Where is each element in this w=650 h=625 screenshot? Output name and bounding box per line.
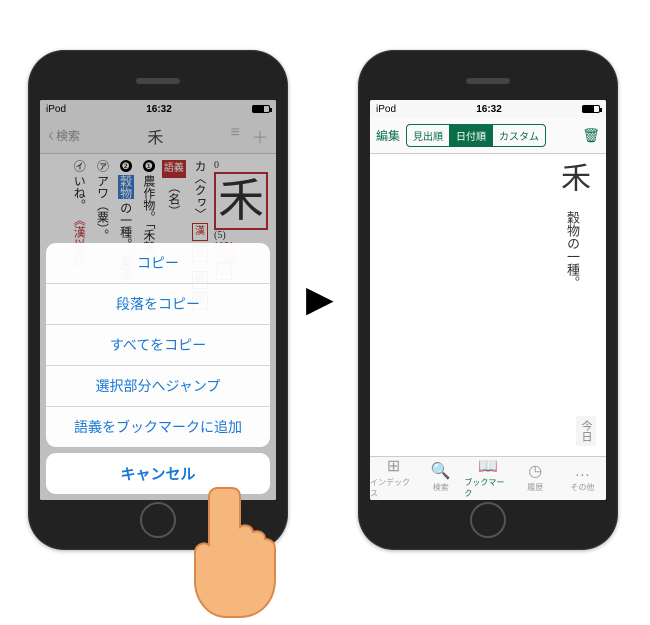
bookmark-toolbar: 編集 見出順 日付順 カスタム 🗑 xyxy=(370,118,606,154)
tab-bar: ⊞ インデックス 🔍 検索 📖 ブックマーク ◷ 履歴 … その他 xyxy=(370,456,606,500)
more-icon: … xyxy=(574,464,590,480)
trash-icon[interactable]: 🗑 xyxy=(582,127,600,144)
tab-more[interactable]: … その他 xyxy=(559,457,606,500)
battery-icon xyxy=(582,105,600,113)
pointing-finger-icon xyxy=(185,480,285,625)
segment-date-order[interactable]: 日付順 xyxy=(449,125,492,146)
tab-label: 履歴 xyxy=(527,482,543,493)
bookmark-entry[interactable]: 禾 穀物の一種。 xyxy=(550,162,594,448)
tab-label: 検索 xyxy=(433,482,449,493)
phone-right: iPod 16:32 編集 見出順 日付順 カスタム 🗑 禾 穀物の一 xyxy=(358,50,618,550)
screen-left: iPod 16:32 ‹ 検索 禾 ≡ ＋ 0 xyxy=(40,100,276,500)
bookmark-content: 禾 穀物の一種。 xyxy=(370,154,606,456)
edit-button[interactable]: 編集 xyxy=(376,127,400,144)
clock-icon: ◷ xyxy=(528,464,542,480)
tab-label: ブックマーク xyxy=(464,477,511,499)
segment-heading-order[interactable]: 見出順 xyxy=(407,125,449,146)
screen-right: iPod 16:32 編集 見出順 日付順 カスタム 🗑 禾 穀物の一 xyxy=(370,100,606,500)
bookmark-kanji: 禾 xyxy=(556,162,589,192)
home-button[interactable] xyxy=(140,502,176,538)
status-time: 16:32 xyxy=(476,104,502,115)
tab-history[interactable]: ◷ 履歴 xyxy=(512,457,559,500)
action-copy-all[interactable]: すべてをコピー xyxy=(46,324,270,365)
tab-label: インデックス xyxy=(370,477,417,499)
phone-left: iPod 16:32 ‹ 検索 禾 ≡ ＋ 0 xyxy=(28,50,288,550)
tab-label: その他 xyxy=(570,482,594,493)
home-button[interactable] xyxy=(470,502,506,538)
grid-icon: ⊞ xyxy=(387,459,400,475)
search-icon: 🔍 xyxy=(431,464,451,480)
sort-segmented-control[interactable]: 見出順 日付順 カスタム xyxy=(406,124,546,147)
action-copy-paragraph[interactable]: 段落をコピー xyxy=(46,283,270,324)
action-copy[interactable]: コピー xyxy=(46,243,270,283)
tab-search[interactable]: 🔍 検索 xyxy=(417,457,464,500)
bookmark-desc: 穀物の一種。 xyxy=(565,203,580,289)
arrow-icon: ▶ xyxy=(306,278,334,320)
segment-custom-order[interactable]: カスタム xyxy=(492,125,545,146)
tab-index[interactable]: ⊞ インデックス xyxy=(370,457,417,500)
stage: iPod 16:32 ‹ 検索 禾 ≡ ＋ 0 xyxy=(0,0,650,617)
action-jump-to-selection[interactable]: 選択部分へジャンプ xyxy=(46,365,270,406)
today-badge: 今日 xyxy=(576,416,596,446)
tab-bookmark[interactable]: 📖 ブックマーク xyxy=(464,457,511,500)
speaker xyxy=(136,78,180,84)
action-sheet: コピー 段落をコピー すべてをコピー 選択部分へジャンプ 語義をブックマークに追… xyxy=(46,243,270,494)
status-bar: iPod 16:32 xyxy=(370,100,606,118)
action-sheet-group: コピー 段落をコピー すべてをコピー 選択部分へジャンプ 語義をブックマークに追… xyxy=(46,243,270,447)
action-add-bookmark[interactable]: 語義をブックマークに追加 xyxy=(46,406,270,447)
bookmark-icon: 📖 xyxy=(478,459,498,475)
status-carrier: iPod xyxy=(376,104,396,115)
speaker xyxy=(466,78,510,84)
